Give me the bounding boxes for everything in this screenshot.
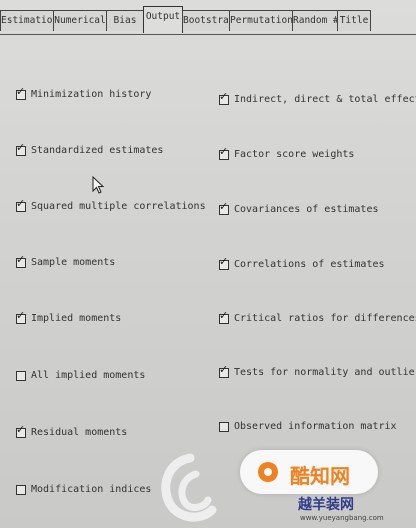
watermark-url: www.yueyangbang.com	[300, 514, 384, 522]
checkbox[interactable]: ✓	[219, 146, 229, 160]
tab-estimation[interactable]: Estimation	[0, 10, 54, 31]
check-icon: ✓	[16, 252, 26, 266]
check-icon: ✓	[16, 308, 26, 322]
option-label: Indirect, direct & total effects	[234, 94, 416, 105]
watermark-brand-icon	[258, 462, 278, 482]
option-label: All implied moments	[31, 370, 146, 381]
option-label: Squared multiple correlations	[31, 201, 206, 212]
check-icon: ✓	[16, 84, 26, 98]
option-label: Residual moments	[31, 427, 128, 438]
check-icon: ✓	[16, 422, 26, 436]
option-label: Covariances of estimates	[234, 204, 379, 215]
checkbox[interactable]	[219, 421, 229, 432]
option-all-implied-moments[interactable]: All implied moments	[16, 370, 145, 381]
option-label: Tests for normality and outliers	[234, 367, 416, 378]
check-icon: ✓	[219, 199, 229, 213]
tab-bootstrap[interactable]: Bootstrap	[182, 10, 230, 31]
check-icon: ✓	[16, 140, 26, 154]
option-modification-indices[interactable]: Modification indices	[16, 484, 151, 495]
check-icon: ✓	[219, 308, 229, 322]
option-critical-ratios-for-differences[interactable]: ✓ Critical ratios for differences	[219, 310, 416, 324]
checkbox[interactable]: ✓	[219, 364, 229, 378]
checkbox[interactable]	[16, 370, 26, 381]
option-covariances-of-estimates[interactable]: ✓ Covariances of estimates	[219, 201, 379, 215]
option-label: Observed information matrix	[234, 421, 397, 432]
option-label: Sample moments	[31, 257, 116, 268]
option-minimization-history[interactable]: ✓ Minimization history	[16, 86, 152, 100]
option-residual-moments[interactable]: ✓ Residual moments	[16, 424, 128, 438]
option-indirect-direct-total-effects[interactable]: ✓ Indirect, direct & total effects	[219, 91, 416, 105]
checkbox[interactable]: ✓	[16, 86, 26, 100]
check-icon: ✓	[219, 362, 229, 376]
option-tests-for-normality-and-outliers[interactable]: ✓ Tests for normality and outliers	[219, 364, 416, 378]
checkbox[interactable]: ✓	[219, 91, 229, 105]
checkbox[interactable]: ✓	[219, 310, 229, 324]
tab-bias[interactable]: Bias	[106, 10, 144, 31]
option-observed-information-matrix[interactable]: Observed information matrix	[219, 421, 397, 432]
option-label: Modification indices	[31, 484, 152, 495]
tab-random[interactable]: Random #	[292, 10, 338, 31]
output-options-panel: Estimation Numerical Bias Output Bootstr…	[0, 0, 416, 528]
option-label: Correlations of estimates	[234, 259, 385, 270]
checkbox[interactable]: ✓	[16, 310, 26, 324]
option-label: Critical ratios for differences	[234, 313, 416, 324]
option-label: Minimization history	[31, 89, 152, 100]
check-icon: ✓	[219, 89, 229, 103]
check-icon: ✓	[219, 144, 229, 158]
checkbox[interactable]	[16, 484, 26, 495]
watermark-brand: 酷知网	[290, 464, 350, 488]
tab-bar: Estimation Numerical Bias Output Bootstr…	[0, 6, 416, 35]
option-sample-moments[interactable]: ✓ Sample moments	[16, 254, 116, 268]
option-factor-score-weights[interactable]: ✓ Factor score weights	[219, 146, 355, 160]
mouse-cursor-icon	[92, 176, 104, 194]
checkbox[interactable]: ✓	[16, 254, 26, 268]
option-correlations-of-estimates[interactable]: ✓ Correlations of estimates	[219, 256, 385, 270]
watermark-swirl-logo	[161, 453, 217, 522]
watermark: 酷知网 越羊装网 www.yueyangbang.com	[238, 446, 416, 528]
tab-permutations[interactable]: Permutations	[229, 10, 293, 31]
tab-output[interactable]: Output	[143, 6, 183, 33]
option-standardized-estimates[interactable]: ✓ Standardized estimates	[16, 142, 164, 156]
tab-numerical[interactable]: Numerical	[53, 10, 107, 31]
checkbox[interactable]: ✓	[219, 201, 229, 215]
tab-title[interactable]: Title	[337, 10, 371, 31]
option-implied-moments[interactable]: ✓ Implied moments	[16, 310, 122, 324]
watermark-site-name: 越羊装网	[298, 497, 354, 513]
checkbox[interactable]: ✓	[219, 256, 229, 270]
option-label: Standardized estimates	[31, 145, 164, 156]
checkbox[interactable]: ✓	[16, 198, 26, 212]
option-squared-multiple-correlations[interactable]: ✓ Squared multiple correlations	[16, 198, 206, 212]
checkbox[interactable]: ✓	[16, 424, 26, 438]
option-label: Implied moments	[31, 313, 122, 324]
option-label: Factor score weights	[234, 149, 355, 160]
check-icon: ✓	[16, 196, 26, 210]
check-icon: ✓	[219, 254, 229, 268]
checkbox[interactable]: ✓	[16, 142, 26, 156]
